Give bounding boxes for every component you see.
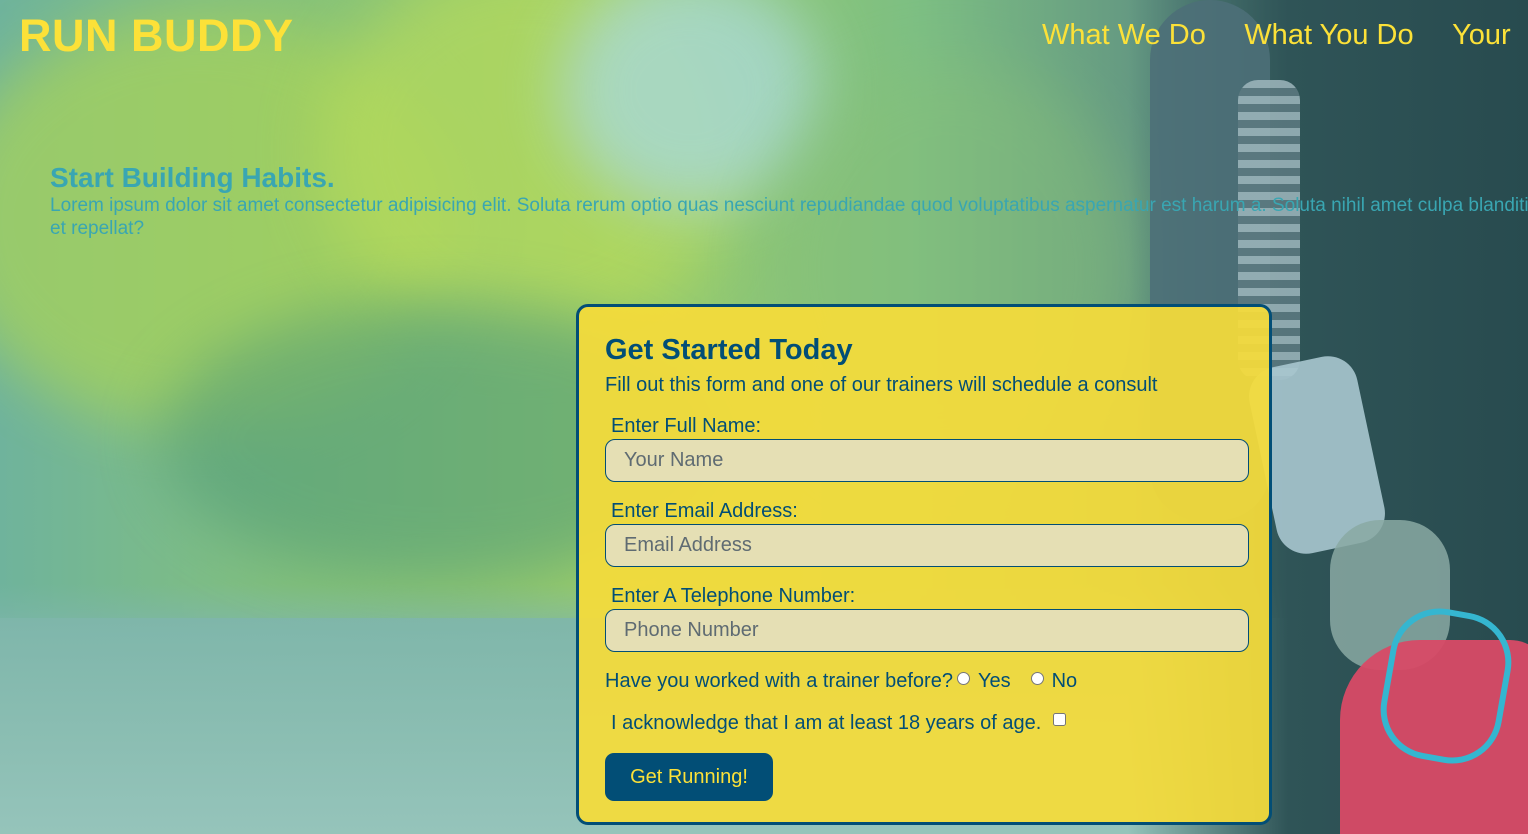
nav-link-what-we-do[interactable]: What We Do	[1042, 19, 1206, 51]
hero-copy: Start Building Habits. Lorem ipsum dolor…	[50, 162, 1528, 240]
form-title: Get Started Today	[605, 334, 853, 366]
email-label: Enter Email Address:	[611, 500, 798, 522]
nav-link-what-you-do[interactable]: What You Do	[1244, 19, 1413, 51]
trainer-yes-label: Yes	[977, 670, 1011, 692]
main-nav: What We Do What You Do Your	[1042, 18, 1528, 52]
trainer-yes-radio[interactable]	[956, 672, 970, 685]
form-subtitle: Fill out this form and one of our traine…	[605, 374, 1158, 396]
trainer-question-row: Have you worked with a trainer before? Ye…	[605, 669, 1093, 693]
hero-title: Start Building Habits.	[50, 162, 335, 193]
phone-label: Enter A Telephone Number:	[611, 585, 856, 607]
trainer-question-label: Have you worked with a trainer before?	[605, 670, 953, 692]
hero-text: Lorem ipsum dolor sit amet consectetur a…	[50, 195, 1528, 239]
trainer-no-radio[interactable]	[1030, 672, 1044, 685]
age-acknowledge-row: I acknowledge that I am at least 18 year…	[611, 711, 1067, 735]
email-input[interactable]	[605, 524, 1249, 567]
signup-form: Get Started Today Fill out this form and…	[576, 304, 1272, 825]
get-running-button[interactable]: Get Running!	[605, 753, 773, 801]
site-header: RUN BUDDY What We Do What You Do Your	[0, 0, 1528, 72]
age-acknowledge-label: I acknowledge that I am at least 18 year…	[611, 712, 1042, 734]
nav-link-your[interactable]: Your	[1452, 19, 1511, 51]
name-label: Enter Full Name:	[611, 415, 762, 437]
site-logo[interactable]: RUN BUDDY	[19, 12, 294, 60]
name-input[interactable]	[605, 439, 1249, 482]
phone-input[interactable]	[605, 609, 1249, 652]
age-acknowledge-checkbox[interactable]	[1053, 713, 1067, 726]
trainer-no-label: No	[1051, 670, 1078, 692]
